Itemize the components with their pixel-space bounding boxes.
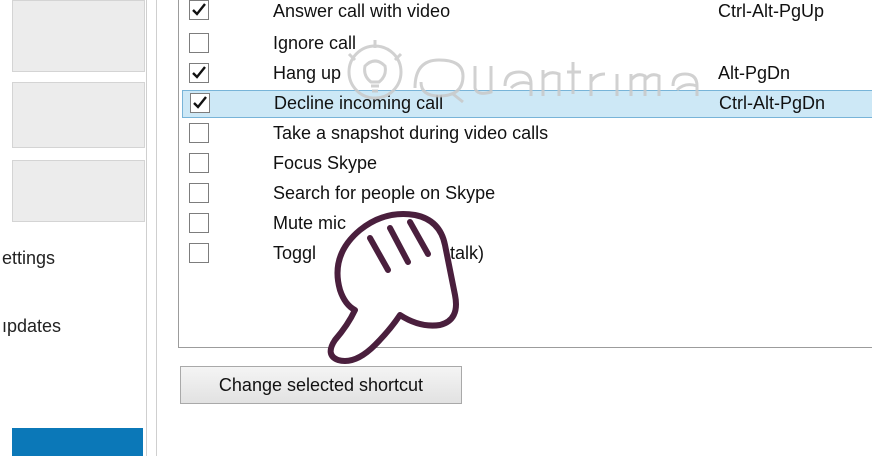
shortcut-row[interactable]: Take a snapshot during video calls: [179, 120, 872, 148]
sidebar-link-updates[interactable]: ıpdates: [2, 316, 61, 337]
shortcut-label: Mute mic: [273, 213, 347, 233]
shortcut-keys: Ctrl-Alt-PgDn: [719, 93, 826, 113]
shortcut-row[interactable]: Ignore call: [179, 30, 872, 58]
shortcut-list[interactable]: Answer call with video Ctrl-Alt-PgUp Ign…: [178, 0, 872, 348]
shortcut-checkbox[interactable]: [189, 123, 209, 143]
change-shortcut-button[interactable]: Change selected shortcut: [180, 366, 462, 404]
shortcut-row[interactable]: Hang up Alt-PgDn: [179, 60, 872, 88]
sidebar: ettings ıpdates: [0, 0, 150, 456]
content-divider: [156, 0, 157, 456]
sidebar-tile-1[interactable]: [12, 0, 145, 72]
shortcut-checkbox[interactable]: [190, 93, 210, 113]
shortcut-label: Hang up: [273, 63, 342, 83]
shortcut-checkbox[interactable]: [189, 153, 209, 173]
sidebar-tile-2[interactable]: [12, 82, 145, 148]
checkmark-icon: [193, 96, 207, 109]
shortcut-row[interactable]: Answer call with video Ctrl-Alt-PgUp: [179, 0, 872, 26]
shortcut-label-tail: to-talk): [429, 243, 485, 263]
checkmark-icon: [192, 66, 206, 79]
shortcut-label: Take a snapshot during video calls: [273, 123, 549, 143]
shortcut-checkbox[interactable]: [189, 243, 209, 263]
sidebar-divider: [146, 0, 147, 456]
shortcut-checkbox[interactable]: [189, 183, 209, 203]
shortcut-label: Search for people on Skype: [273, 183, 496, 203]
shortcut-label: Ignore call: [273, 33, 357, 53]
shortcut-row[interactable]: Mute mic: [179, 210, 872, 238]
shortcut-checkbox[interactable]: [189, 0, 209, 20]
shortcut-keys: Alt-PgDn: [718, 63, 791, 83]
shortcut-label: Decline incoming call: [274, 93, 444, 113]
shortcut-checkbox[interactable]: [189, 33, 209, 53]
sidebar-tile-3[interactable]: [12, 160, 145, 222]
shortcut-keys: Ctrl-Alt-PgUp: [718, 1, 825, 21]
shortcut-checkbox[interactable]: [189, 213, 209, 233]
shortcut-row[interactable]: Focus Skype: [179, 150, 872, 178]
shortcut-checkbox[interactable]: [189, 63, 209, 83]
shortcut-row-selected[interactable]: Decline incoming call Ctrl-Alt-PgDn: [182, 90, 872, 118]
checkmark-icon: [192, 3, 206, 16]
shortcut-label: Answer call with video: [273, 1, 451, 21]
shortcut-label: Toggl: [273, 243, 317, 263]
sidebar-active-item[interactable]: [12, 428, 143, 456]
shortcut-row[interactable]: Search for people on Skype: [179, 180, 872, 208]
shortcut-row[interactable]: Toggl to-talk): [179, 240, 872, 268]
sidebar-link-settings[interactable]: ettings: [2, 248, 55, 269]
shortcut-label: Focus Skype: [273, 153, 378, 173]
